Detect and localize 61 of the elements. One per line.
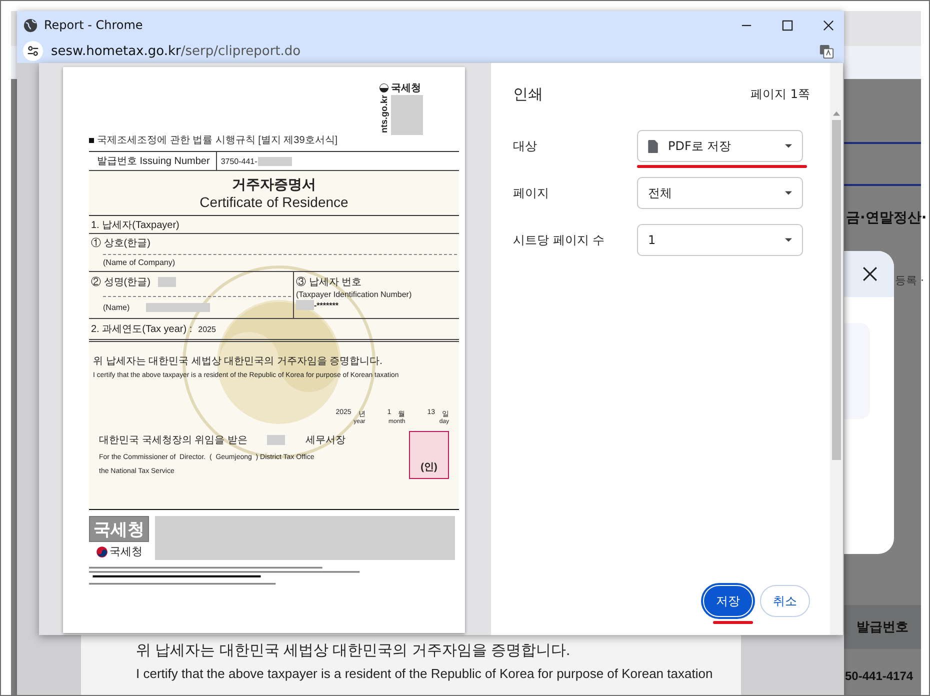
sliders-icon [27, 45, 39, 57]
caret-icon [785, 191, 792, 195]
translate-icon[interactable] [819, 44, 834, 58]
document-icon [648, 140, 658, 152]
delegation-text: 대한민국 국세청장의 위임을 받은 [99, 434, 248, 447]
redacted-block [391, 95, 423, 135]
redacted-block [296, 300, 314, 310]
statement-text: I certify that the above taxpayer is a resident of the Republic of Korea for purpose of Korean taxation [136, 666, 714, 681]
masked-number: -******* [314, 300, 338, 310]
form-reference: 국제조세조정에 관한 법률 시행규칙 [별지 제39호서식] [89, 133, 459, 147]
field-label: ① 상호(한글) [91, 236, 152, 250]
url-text[interactable]: sesw.hometax.go.kr/serp/clipreport.do [51, 44, 301, 58]
table-cell: 50-441-4174 [845, 669, 914, 683]
agency-name: 국세청 [391, 82, 421, 95]
dropdown[interactable]: 1 [637, 224, 803, 256]
dropdown[interactable]: 전체 [637, 177, 803, 209]
field-label: (Name) [102, 303, 130, 312]
redacted-block [158, 277, 176, 287]
issuing-number-label: 발급번호 Issuing Number [89, 152, 217, 170]
site-settings-button[interactable] [23, 41, 43, 61]
dialog-title: 인쇄 [513, 85, 543, 104]
statement-text: 위 납세자는 대한민국 세법상 대한민국의 거주자임을 증명합니다. [136, 641, 572, 660]
field-label: (Name of Company) [102, 258, 176, 267]
redacted-block [267, 435, 286, 445]
field-label: ③ 납세자 번호 [296, 276, 363, 289]
caret-icon [785, 238, 792, 242]
dialog-button[interactable]: 저장 [703, 585, 753, 617]
redacted-block [146, 303, 210, 312]
maximize-icon[interactable] [782, 20, 793, 30]
issuing-number: 3750-441- [220, 156, 258, 166]
setting-label: 페이지 [513, 185, 550, 202]
agency-stamp: 국세청 [89, 516, 149, 542]
scrollbar[interactable] [830, 63, 843, 635]
official-seal: (인) [409, 431, 449, 479]
site-address: nts.go.kr [379, 95, 389, 134]
agency-logo-text: 국세청 [110, 545, 142, 559]
tax-year: 2025 [198, 324, 216, 334]
window-title: Report - Chrome [44, 18, 143, 32]
page-count: 페이지 1쪽 [750, 86, 810, 103]
globe-icon [23, 18, 38, 32]
field-label: (Taxpayer Identification Number) [296, 290, 412, 299]
emblem-icon [379, 83, 389, 93]
field-label: ② 성명(한글) [91, 276, 150, 289]
certificate-title: 거주자증명서 [232, 176, 316, 194]
dialog-button[interactable]: 취소 [760, 585, 810, 617]
close-icon[interactable] [823, 20, 834, 30]
redacted-block [258, 156, 292, 166]
table-header-cell: 발급번호 [844, 605, 921, 649]
dropdown[interactable]: PDF로 저장 [637, 130, 803, 162]
setting-label: 시트당 페이지 수 [513, 232, 606, 249]
emblem-icon [96, 546, 108, 558]
section-heading: 2. 과세연도(Tax year) : [91, 323, 192, 336]
close-icon[interactable] [862, 266, 878, 282]
office-title: 세무서장 [305, 434, 346, 447]
scroll-thumb[interactable] [832, 120, 841, 460]
certificate-title: Certificate of Residence [200, 194, 348, 210]
setting-label: 대상 [513, 138, 538, 155]
statement-text: 위 납세자는 대한민국 세법상 대한민국의 거주자임을 증명합니다. [93, 355, 384, 368]
section-heading: 1. 납세자(Taxpayer) [91, 218, 180, 232]
modal-text: 등록 · [895, 273, 924, 288]
caret-icon [785, 144, 792, 148]
